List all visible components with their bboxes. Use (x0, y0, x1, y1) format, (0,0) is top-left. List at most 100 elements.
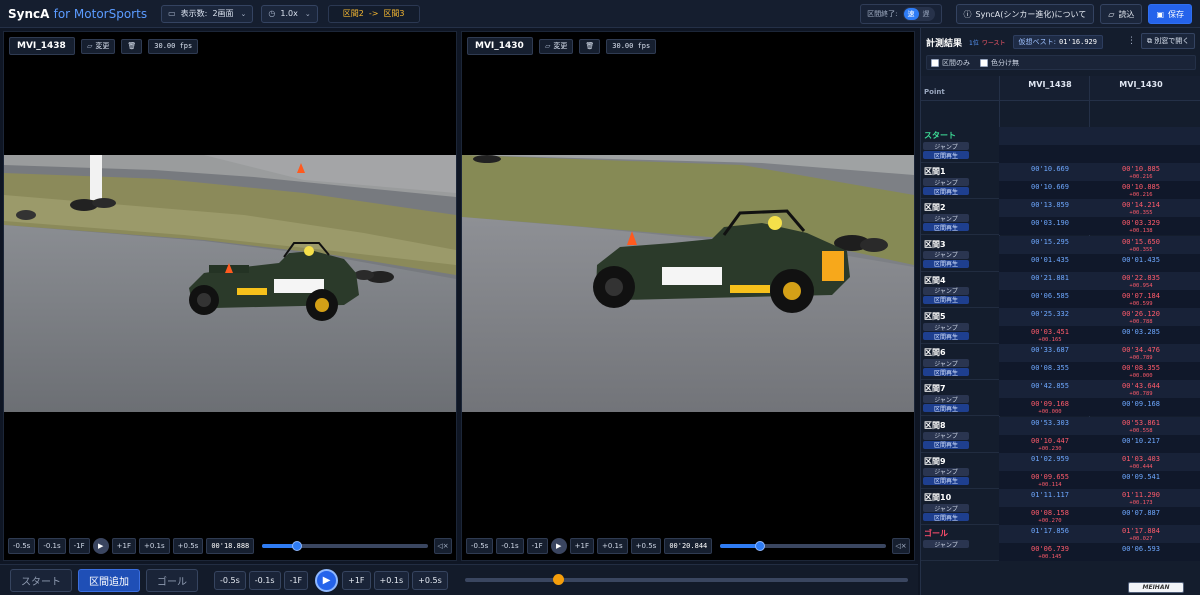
change-video-button[interactable]: ▱ 変更 (81, 38, 116, 54)
jump-button[interactable]: ジャンプ (923, 178, 969, 187)
step-back-0.5s[interactable]: -0.5s (466, 538, 494, 554)
row-label: 区間9 (924, 456, 946, 466)
about-button[interactable]: ⓘ SyncA(シンカー進化)について (955, 4, 1095, 24)
time-cell: 00'13.859 (1031, 201, 1069, 210)
load-button[interactable]: ▱ 読込 (1100, 4, 1143, 24)
jump-button[interactable]: ジャンプ (923, 467, 969, 476)
master-seek-handle[interactable] (552, 574, 564, 585)
results-row: ゴール ジャンプ 01'17.856 01'17.884 +00.027 00'06.73… (921, 525, 1200, 562)
jump-button[interactable]: ジャンプ (923, 395, 969, 404)
start-button[interactable]: スタート (10, 568, 72, 592)
segment-replay-button[interactable]: 区間再生 (923, 440, 969, 449)
jump-button[interactable]: ジャンプ (923, 142, 969, 151)
step-forward-0.5s[interactable]: +0.5s (172, 538, 204, 554)
seek-handle[interactable] (292, 541, 303, 551)
master-play-icon[interactable]: ▶ (315, 568, 339, 592)
segment-replay-button[interactable]: 区間再生 (923, 404, 969, 413)
column-b-header: MVI_1430 (1119, 80, 1163, 89)
open-separate-window-button[interactable]: ⧉ 別窓で開く (1141, 33, 1196, 49)
jump-button[interactable]: ジャンプ (923, 286, 969, 295)
time-cell: 00'03.190 (1031, 219, 1069, 228)
no-color-checkbox[interactable]: 色分け無 (980, 58, 1019, 68)
chevron-down-icon: ⌄ (304, 9, 311, 18)
time-cell: 00'26.120 +00.788 (1122, 310, 1160, 325)
time-cell: 00'09.541 (1122, 472, 1160, 481)
time-cell: 00'42.855 (1031, 382, 1069, 391)
time-cell: 00'03.329 +00.138 (1122, 219, 1160, 235)
segment-replay-button[interactable]: 区間再生 (923, 151, 969, 160)
time-cell: 00'10.217 (1122, 436, 1160, 445)
jump-button[interactable]: ジャンプ (923, 214, 969, 223)
segment-replay-button[interactable]: 区間再生 (923, 476, 969, 485)
segment-only-checkbox[interactable]: 区間のみ (931, 58, 970, 68)
more-menu-icon[interactable]: ⋮ (1127, 36, 1136, 46)
segment-replay-button[interactable]: 区間再生 (923, 295, 969, 304)
step-back-frame[interactable]: -1F (526, 538, 548, 554)
step-forward-0.1s[interactable]: +0.1s (139, 538, 170, 554)
delete-video-button[interactable]: 🗑 (579, 38, 601, 54)
time-cell: 01'03.403 +00.444 (1122, 454, 1160, 470)
step-forward-frame[interactable]: +1F (569, 538, 594, 554)
jump-button[interactable]: ジャンプ (923, 250, 969, 259)
time-cell: 00'15.650 +00.355 (1122, 237, 1160, 253)
results-row: 区間7 ジャンプ 区間再生 00'42.855 00'43.644 +00.789 00'0… (921, 380, 1200, 417)
display-count-dropdown[interactable]: ▭ 表示数: 2画面 ⌄ (161, 4, 254, 23)
time-cell: 00'06.593 (1122, 545, 1160, 554)
step-forward-0.1s[interactable]: +0.1s (597, 538, 628, 554)
step-back-0.1s[interactable]: -0.1s (38, 538, 66, 554)
jump-button[interactable]: ジャンプ (923, 504, 969, 513)
step-back-0.1s[interactable]: -0.1s (496, 538, 524, 554)
segment-replay-button[interactable]: 区間再生 (923, 332, 969, 341)
mute-icon[interactable]: ◁× (892, 538, 910, 554)
jump-button[interactable]: ジャンプ (923, 431, 969, 440)
time-cell: 00'01.435 (1122, 255, 1160, 264)
results-row: 区間2 ジャンプ 区間再生 00'13.859 00'14.214 +00.355 00'0… (921, 199, 1200, 236)
goal-button[interactable]: ゴール (146, 568, 198, 592)
playback-speed-dropdown[interactable]: ◷ 1.0x ⌄ (261, 4, 318, 23)
master-step-forward-0.1s[interactable]: +0.1s (373, 570, 410, 590)
segment-replay-button[interactable]: 区間再生 (923, 259, 969, 268)
save-button[interactable]: ▣ 保存 (1148, 4, 1192, 24)
seek-slider[interactable] (262, 541, 428, 551)
fast-option[interactable]: 速 (903, 8, 919, 20)
play-icon[interactable]: ▶ (92, 538, 109, 554)
master-step-back-frame[interactable]: -1F (283, 570, 309, 590)
play-icon[interactable]: ▶ (550, 538, 567, 554)
seek-slider[interactable] (720, 541, 886, 551)
time-cell: 00'03.285 (1122, 328, 1160, 336)
jump-button[interactable]: ジャンプ (923, 359, 969, 368)
segment-replay-button[interactable]: 区間再生 (923, 187, 969, 196)
segment-replay-button[interactable]: 区間再生 (923, 513, 969, 522)
time-cell: 00'10.669 (1031, 183, 1069, 192)
fast-slow-switch[interactable]: 速 遅 (902, 7, 935, 21)
row-label: 区間6 (924, 348, 946, 358)
time-cell: 00'33.687 (1031, 346, 1069, 355)
master-step-back-0.5s[interactable]: -0.5s (214, 570, 246, 590)
time-cell: 00'01.435 (1031, 255, 1069, 264)
segment-replay-button[interactable]: 区間再生 (923, 368, 969, 377)
step-forward-frame[interactable]: +1F (111, 538, 136, 554)
segment-replay-button[interactable]: 区間再生 (923, 223, 969, 232)
add-segment-button[interactable]: 区間追加 (78, 568, 140, 592)
results-row: 区間8 ジャンプ 区間再生 00'53.303 00'53.861 +00.558 00'1… (921, 416, 1200, 453)
change-video-button[interactable]: ▱ 変更 (539, 38, 574, 54)
time-cell: 00'09.655 +00.114 (1031, 472, 1069, 488)
jump-button[interactable]: ジャンプ (923, 540, 969, 549)
step-forward-0.5s[interactable]: +0.5s (630, 538, 662, 554)
master-step-forward-frame[interactable]: +1F (342, 570, 371, 590)
step-back-frame[interactable]: -1F (68, 538, 90, 554)
seek-handle[interactable] (755, 541, 766, 551)
step-back-0.5s[interactable]: -0.5s (8, 538, 36, 554)
slow-option[interactable]: 遅 (919, 8, 934, 20)
master-controls: スタート 区間追加 ゴール -0.5s -0.1s -1F ▶ +1F +0.1… (0, 564, 918, 595)
delete-video-button[interactable]: 🗑 (121, 38, 143, 54)
jump-button[interactable]: ジャンプ (923, 323, 969, 332)
video-frame[interactable] (4, 155, 456, 412)
master-step-forward-0.5s[interactable]: +0.5s (412, 570, 448, 590)
master-seek-slider[interactable] (464, 574, 908, 585)
video-frame[interactable] (462, 155, 914, 412)
fps-badge: 30.00 fps (606, 38, 657, 54)
mute-icon[interactable]: ◁× (434, 538, 452, 554)
time-cell: 00'09.168 (1122, 400, 1160, 409)
master-step-back-0.1s[interactable]: -0.1s (248, 570, 281, 590)
